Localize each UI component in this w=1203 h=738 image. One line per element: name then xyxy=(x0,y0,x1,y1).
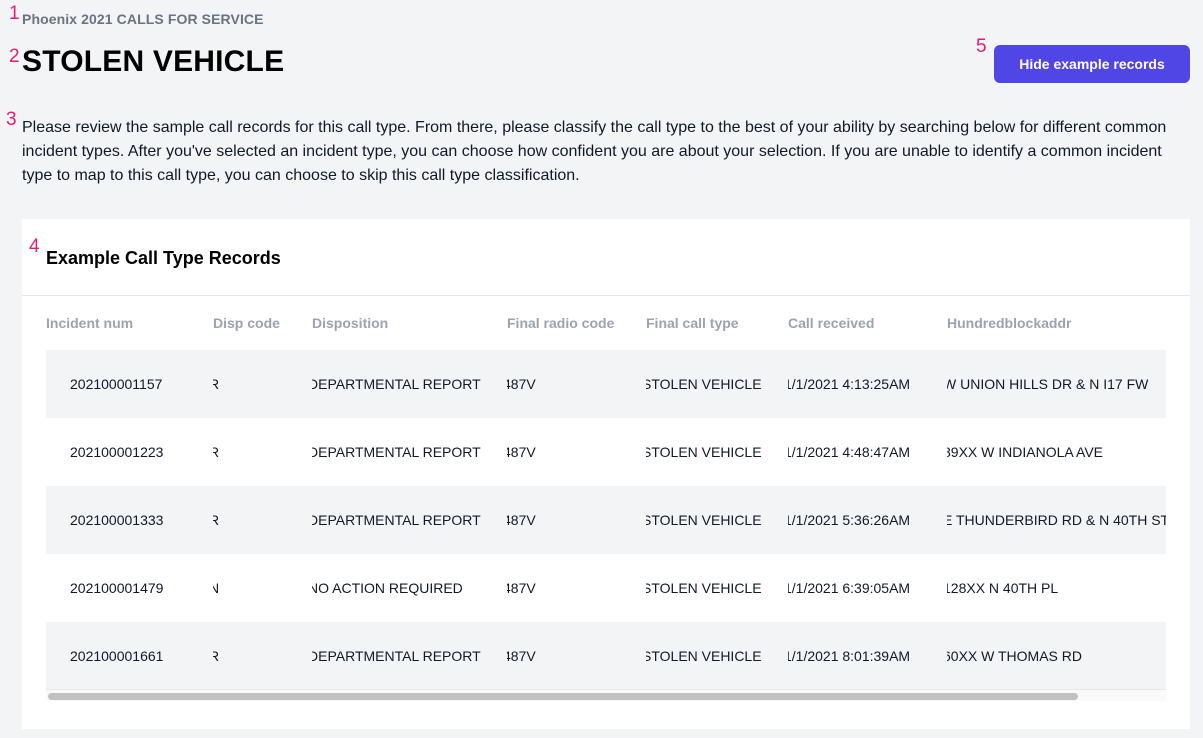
table-cell: DEPARTMENTAL REPORT xyxy=(312,512,481,528)
table-header-row: Incident num Disp code Disposition Final ra… xyxy=(46,296,1166,350)
table-cell: R xyxy=(213,648,220,664)
table-cell: 202100001479 xyxy=(70,580,164,596)
table-cell: 202100001157 xyxy=(70,376,163,392)
annotation-marker-3: 3 xyxy=(6,109,17,130)
table-cell: R xyxy=(213,376,220,392)
table-cell: 202100001223 xyxy=(70,444,164,460)
annotation-marker-4: 4 xyxy=(29,236,40,257)
table-row[interactable]: 202100001223 R DEPARTMENTAL REPORT 487V STOL… xyxy=(46,418,1166,486)
annotation-marker-1: 1 xyxy=(9,3,20,24)
table-cell: 128XX N 40TH PL xyxy=(947,580,1059,596)
table-cell: STOLEN VEHICLE xyxy=(646,512,762,528)
table-cell: 487V xyxy=(507,444,536,460)
table-cell: W UNION HILLS DR & N I17 FW xyxy=(947,376,1149,392)
table-body: 202100001157 R DEPARTMENTAL REPORT 487V STOL… xyxy=(46,350,1166,690)
page-title: STOLEN VEHICLE xyxy=(22,45,285,78)
page-subtitle: Phoenix 2021 CALLS FOR SERVICE xyxy=(22,11,264,27)
column-header: Call received xyxy=(788,315,875,331)
table-cell: 1/1/2021 4:13:25AM xyxy=(788,376,911,392)
column-header: Final call type xyxy=(646,315,739,331)
table-cell: STOLEN VEHICLE xyxy=(646,376,762,392)
column-header: Final radio code xyxy=(507,315,615,331)
records-section-title: Example Call Type Records xyxy=(46,248,281,268)
table-row[interactable]: 202100001157 R DEPARTMENTAL REPORT 487V STOL… xyxy=(46,350,1166,418)
table-cell: STOLEN VEHICLE xyxy=(646,648,762,664)
table-cell: 487V xyxy=(507,580,536,596)
table-cell: E THUNDERBIRD RD & N 40TH ST xyxy=(947,512,1166,528)
table-row[interactable]: 202100001661 R DEPARTMENTAL REPORT 487V STOL… xyxy=(46,622,1166,690)
table-cell: 89XX W INDIANOLA AVE xyxy=(947,444,1104,460)
column-header: Incident num xyxy=(46,315,134,331)
table-row[interactable]: 202100001333 R DEPARTMENTAL REPORT 487V STOL… xyxy=(46,486,1166,554)
table-cell: 202100001333 xyxy=(70,512,164,528)
table-cell: 487V xyxy=(507,648,536,664)
annotation-marker-5: 5 xyxy=(976,36,987,57)
scrollbar-thumb[interactable] xyxy=(48,693,1078,700)
column-header: Disposition xyxy=(312,315,389,331)
table-cell: DEPARTMENTAL REPORT xyxy=(312,444,481,460)
hide-example-records-button[interactable]: Hide example records xyxy=(994,45,1190,83)
table-cell: DEPARTMENTAL REPORT xyxy=(312,648,481,664)
table-cell: 1/1/2021 6:39:05AM xyxy=(788,580,911,596)
records-table: Incident num Disp code Disposition Final ra… xyxy=(46,296,1166,690)
table-cell: STOLEN VEHICLE xyxy=(646,580,762,596)
table-cell: 487V xyxy=(507,512,536,528)
table-cell: STOLEN VEHICLE xyxy=(646,444,762,460)
column-header: Hundredblockaddr xyxy=(947,315,1072,331)
table-cell: 60XX W THOMAS RD xyxy=(947,648,1082,664)
horizontal-scrollbar[interactable] xyxy=(46,689,1166,701)
table-cell: 487V xyxy=(507,376,536,392)
annotation-marker-2: 2 xyxy=(9,46,20,67)
table-cell: 202100001661 xyxy=(70,648,164,664)
table-cell: 1/1/2021 4:48:47AM xyxy=(788,444,911,460)
table-cell: 1/1/2021 8:01:39AM xyxy=(788,648,911,664)
table-cell: N xyxy=(213,580,220,596)
column-header: Disp code xyxy=(213,315,280,331)
table-cell: R xyxy=(213,512,220,528)
example-records-card: 4 Example Call Type Records Incident num… xyxy=(22,219,1190,729)
table-cell: NO ACTION REQUIRED xyxy=(312,580,463,596)
table-cell: DEPARTMENTAL REPORT xyxy=(312,376,481,392)
table-cell: 1/1/2021 5:36:26AM xyxy=(788,512,911,528)
records-table-container: Incident num Disp code Disposition Final ra… xyxy=(46,296,1166,726)
table-row[interactable]: 202100001479 N NO ACTION REQUIRED 487V STOLE… xyxy=(46,554,1166,622)
instructions-text: Please review the sample call records fo… xyxy=(22,119,1167,184)
table-cell: R xyxy=(213,444,220,460)
